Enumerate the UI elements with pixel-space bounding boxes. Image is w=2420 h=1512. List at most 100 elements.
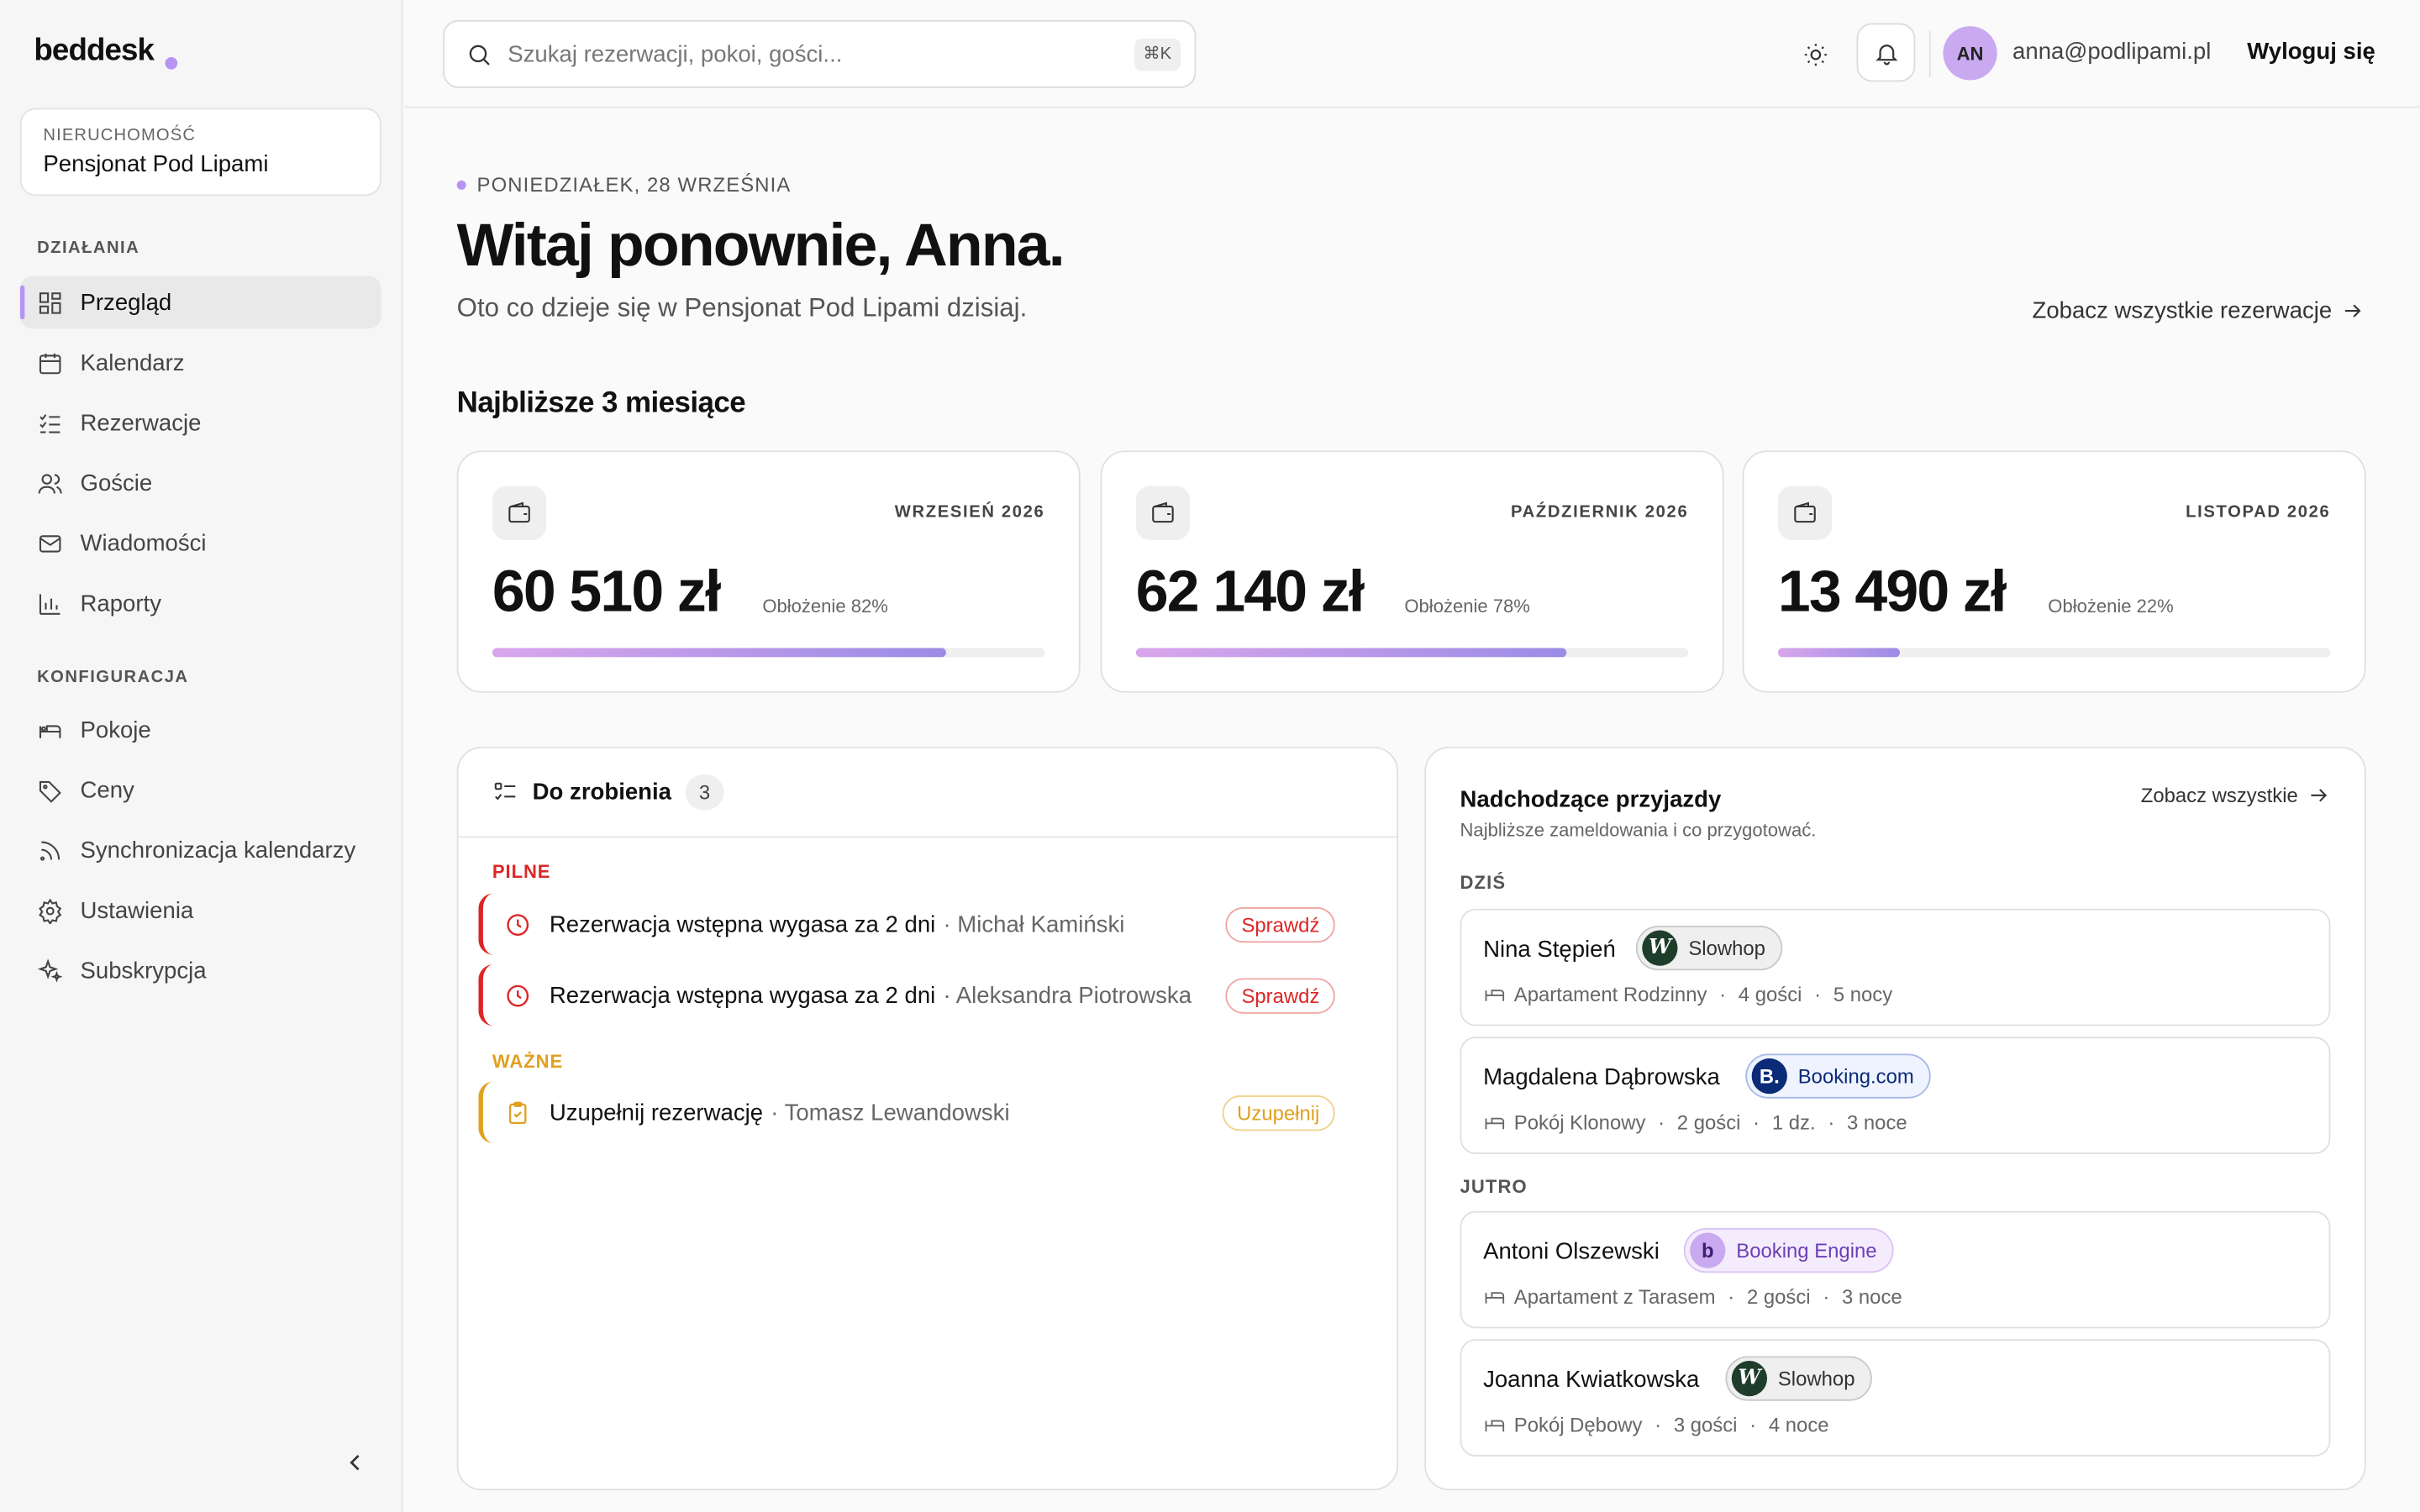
- arrival-card[interactable]: Joanna Kwiatkowska W Slowhop Pokój Dębow…: [1460, 1339, 2331, 1457]
- see-all-reservations-label: Zobacz wszystkie rezerwacje: [2032, 297, 2333, 324]
- bed-icon: [1485, 1292, 1505, 1304]
- room-name: Pokój Klonowy: [1513, 1110, 1646, 1134]
- date-label: PONIEDZIAŁEK, 28 WRZEŚNIA: [456, 173, 792, 196]
- app-logo[interactable]: beddesk: [34, 34, 155, 69]
- months-section-title: Najbliższe 3 miesiące: [456, 387, 746, 420]
- guest-name: Nina Stępień: [1483, 936, 1616, 963]
- todo-title: Do zrobienia: [532, 779, 671, 806]
- children-count: 1 dz.: [1771, 1110, 1816, 1134]
- list-check-icon: [39, 413, 60, 433]
- nav-section-config: KONFIGURACJA: [37, 668, 189, 687]
- channel-name: Slowhop: [1688, 936, 1765, 960]
- sidebar-item-label: Synchronizacja kalendarzy: [80, 837, 356, 864]
- sidebar-item-label: Rezerwacje: [80, 409, 202, 436]
- topbar-divider: [1928, 30, 1931, 77]
- sidebar-item-messages[interactable]: Wiadomości: [20, 517, 381, 569]
- check-button[interactable]: Sprawdź: [1226, 978, 1335, 1014]
- channel-name: Booking Engine: [1736, 1238, 1877, 1263]
- sidebar-item-label: Kalendarz: [80, 349, 185, 376]
- sidebar-item-overview[interactable]: Przegląd: [19, 276, 381, 329]
- search-shortcut: ⌘K: [1134, 38, 1181, 71]
- sidebar-item-label: Goście: [80, 470, 153, 496]
- sidebar-item-prices[interactable]: Ceny: [20, 764, 381, 816]
- sidebar-item-calendar-sync[interactable]: Synchronizacja kalendarzy: [20, 824, 381, 876]
- see-all-reservations-link[interactable]: Zobacz wszystkie rezerwacje: [2032, 297, 2365, 324]
- month-card-september[interactable]: WRZESIEŃ 2026 60 510 zł Obłożenie 82%: [456, 450, 1081, 693]
- priority-important-label: WAŻNE: [492, 1050, 564, 1073]
- booking-engine-icon: b: [1690, 1232, 1726, 1268]
- arrow-right-icon: [2344, 304, 2361, 318]
- nights-count: 3 noce: [1841, 1284, 1902, 1309]
- property-selector[interactable]: NIERUCHOMOŚĆ Pensjonat Pod Lipami: [19, 108, 381, 197]
- complete-button[interactable]: Uzupełnij: [1221, 1095, 1335, 1131]
- bell-icon: [1875, 44, 1897, 65]
- bed-icon: [39, 724, 61, 738]
- guest-name: Magdalena Dąbrowska: [1483, 1064, 1720, 1091]
- guest-name: Antoni Olszewski: [1483, 1238, 1660, 1266]
- logo-dot: [165, 56, 178, 70]
- avatar[interactable]: AN: [1943, 26, 1997, 81]
- task-guest: · Aleksandra Piotrowska: [943, 982, 1192, 1009]
- date-dot: [456, 179, 466, 189]
- see-all-arrivals-label: Zobacz wszystkie: [2140, 784, 2298, 807]
- sidebar-item-calendar[interactable]: Kalendarz: [20, 336, 381, 388]
- search-icon: [469, 44, 490, 65]
- todo-task[interactable]: Rezerwacja wstępna wygasa za 2 dni · Mic…: [478, 893, 1356, 955]
- bar-chart-icon: [39, 593, 60, 614]
- tag-icon: [39, 780, 61, 802]
- check-button[interactable]: Sprawdź: [1226, 906, 1335, 943]
- arrivals-title: Nadchodzące przyjazdy: [1460, 786, 1722, 813]
- channel-badge: B. Booking.com: [1745, 1053, 1931, 1099]
- todo-task[interactable]: Uzupełnij rezerwację · Tomasz Lewandowsk…: [478, 1081, 1356, 1143]
- notifications-button[interactable]: [1856, 23, 1916, 82]
- guest-count: 2 gości: [1676, 1110, 1741, 1134]
- sidebar-item-label: Przegląd: [80, 289, 172, 316]
- bed-icon: [1485, 990, 1505, 1001]
- bed-icon: [1485, 1117, 1505, 1130]
- arrival-card[interactable]: Antoni Olszewski b Booking Engine Aparta…: [1460, 1210, 2331, 1329]
- arrival-meta: Pokój Dębowy · 3 gości · 4 noce: [1483, 1413, 1829, 1436]
- arrival-card[interactable]: Magdalena Dąbrowska B. Booking.com Pokój…: [1460, 1037, 2331, 1154]
- sidebar-item-subscription[interactable]: Subskrypcja: [20, 944, 381, 996]
- task-text: Uzupełnij rezerwację: [549, 1099, 764, 1126]
- page-title: Witaj ponownie, Anna.: [456, 213, 1065, 280]
- users-icon: [38, 473, 62, 493]
- sidebar-item-settings[interactable]: Ustawienia: [20, 884, 381, 936]
- sidebar-item-label: Ustawienia: [80, 897, 194, 924]
- logout-button[interactable]: Wyloguj się: [2247, 39, 2375, 65]
- see-all-arrivals-link[interactable]: Zobacz wszystkie: [2141, 784, 2331, 807]
- calendar-icon: [39, 352, 61, 374]
- month-revenue: 62 140 zł: [1135, 559, 1365, 625]
- collapse-sidebar-icon[interactable]: [341, 1449, 369, 1477]
- sidebar: beddesk NIERUCHOMOŚĆ Pensjonat Pod Lipam…: [0, 0, 403, 1512]
- month-card-october[interactable]: PAŹDZIERNIK 2026 62 140 zł Obłożenie 78%: [1100, 450, 1724, 693]
- arrival-card[interactable]: Nina Stępień W Slowhop Apartament Rodzin…: [1460, 908, 2331, 1026]
- slowhop-icon: W: [1731, 1360, 1768, 1397]
- month-card-november[interactable]: LISTOPAD 2026 13 490 zł Obłożenie 22%: [1742, 450, 2366, 693]
- day-label-tomorrow: JUTRO: [1460, 1175, 1528, 1198]
- month-occupancy: Obłożenie 82%: [762, 595, 888, 617]
- task-text: Rezerwacja wstępna wygasa za 2 dni: [549, 911, 936, 937]
- search-input[interactable]: Szukaj rezerwacji, pokoi, gości... ⌘K: [443, 19, 1197, 88]
- occupancy-bar-fill: [1135, 648, 1567, 658]
- guest-count: 2 gości: [1746, 1284, 1811, 1309]
- sidebar-item-reports[interactable]: Raporty: [20, 577, 381, 629]
- sidebar-item-rooms[interactable]: Pokoje: [20, 704, 381, 756]
- arrivals-panel: Nadchodzące przyjazdy Najbliższe zameldo…: [1424, 746, 2366, 1491]
- theme-toggle-button[interactable]: [1786, 24, 1844, 83]
- checklist-icon: [494, 782, 516, 801]
- day-label-today: DZIŚ: [1460, 871, 1507, 894]
- sidebar-item-reservations[interactable]: Rezerwacje: [20, 396, 381, 449]
- todo-task[interactable]: Rezerwacja wstępna wygasa za 2 dni · Ale…: [478, 963, 1356, 1026]
- sun-icon: [1803, 43, 1826, 66]
- nights-count: 5 nocy: [1833, 982, 1893, 1006]
- sidebar-item-guests[interactable]: Goście: [20, 457, 381, 509]
- task-text: Rezerwacja wstępna wygasa za 2 dni: [549, 982, 936, 1009]
- nights-count: 3 noce: [1846, 1110, 1907, 1134]
- month-label: PAŹDZIERNIK 2026: [1511, 502, 1689, 522]
- wallet-icon-box: [492, 486, 547, 540]
- sidebar-item-label: Ceny: [80, 776, 134, 804]
- guest-name: Joanna Kwiatkowska: [1483, 1367, 1700, 1394]
- task-guest: · Michał Kamiński: [943, 911, 1125, 937]
- task-guest: · Tomasz Lewandowski: [771, 1099, 1010, 1126]
